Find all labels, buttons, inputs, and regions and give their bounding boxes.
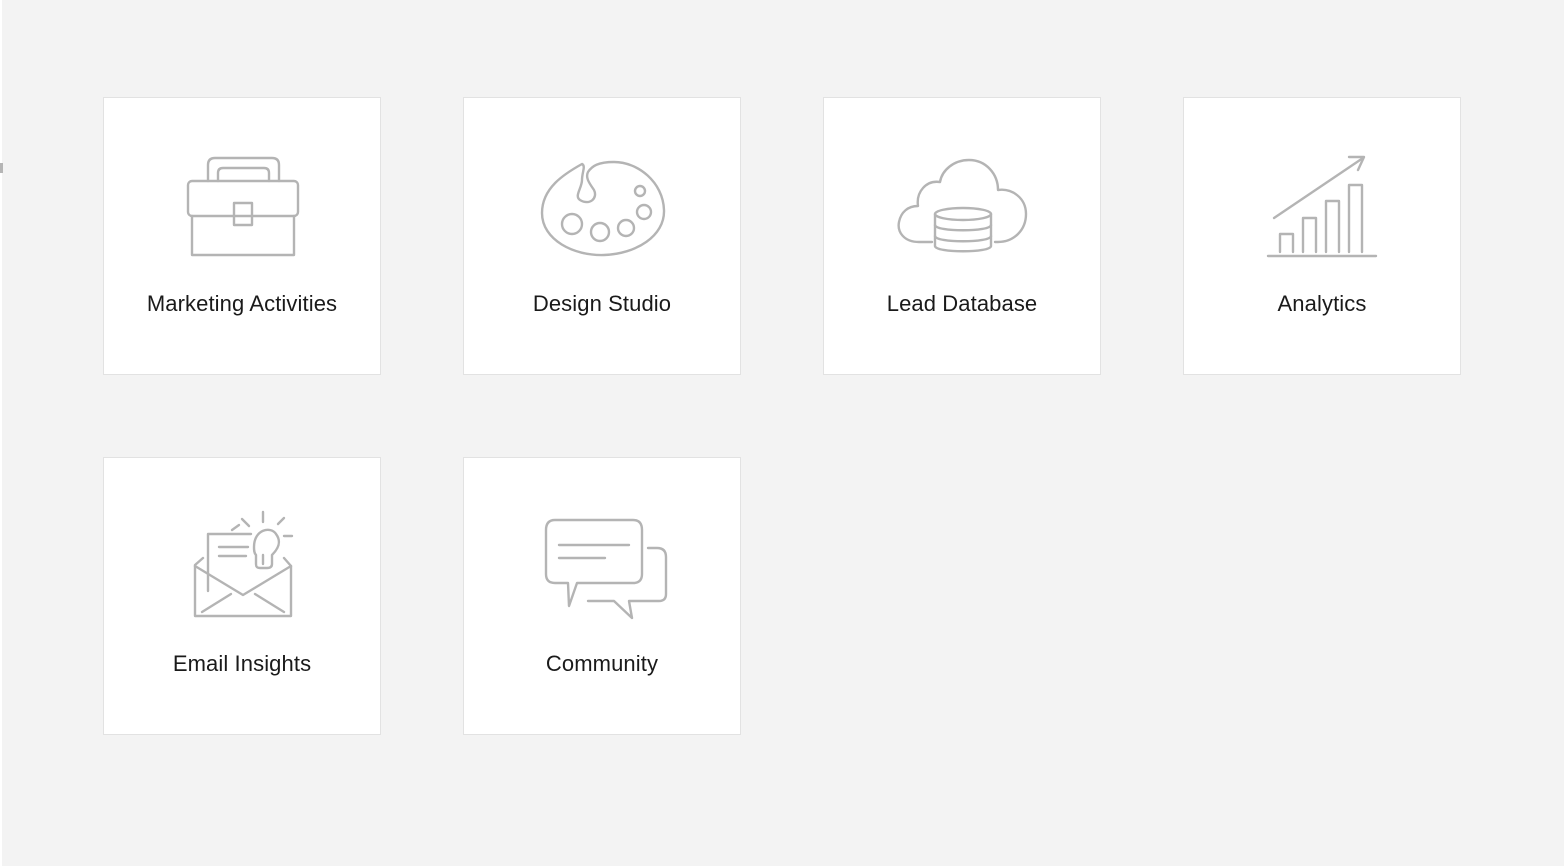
tile-community[interactable]: Community xyxy=(463,457,741,735)
tile-label: Email Insights xyxy=(172,651,312,676)
bar-chart-growth-icon xyxy=(1242,148,1402,268)
chat-bubbles-icon xyxy=(522,508,682,628)
tile-label: Lead Database xyxy=(886,291,1038,316)
cloud-database-icon xyxy=(882,148,1042,268)
palette-icon xyxy=(522,148,682,268)
tile-label: Design Studio xyxy=(532,291,672,316)
briefcase-icon xyxy=(162,148,322,268)
tile-label: Marketing Activities xyxy=(146,291,338,316)
tile-design-studio[interactable]: Design Studio xyxy=(463,97,741,375)
left-edge xyxy=(0,0,2,866)
tile-email-insights[interactable]: Email Insights xyxy=(103,457,381,735)
tile-marketing-activities[interactable]: Marketing Activities xyxy=(103,97,381,375)
tile-label: Community xyxy=(545,651,659,676)
tile-lead-database[interactable]: Lead Database xyxy=(823,97,1101,375)
collapse-handle[interactable] xyxy=(0,163,3,173)
tile-analytics[interactable]: Analytics xyxy=(1183,97,1461,375)
envelope-lightbulb-icon xyxy=(162,508,322,628)
tile-label: Analytics xyxy=(1277,291,1367,316)
